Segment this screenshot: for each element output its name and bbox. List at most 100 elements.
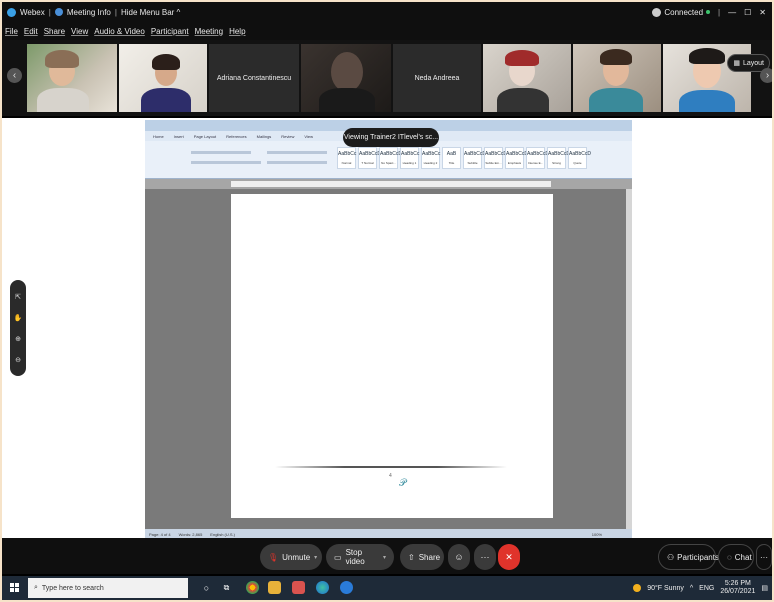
zoom-out-icon[interactable]: ⊖ bbox=[15, 356, 21, 364]
fit-to-window-icon[interactable]: ⇱ bbox=[15, 293, 21, 301]
person-icon: ⚇ bbox=[667, 552, 675, 562]
menu-participant[interactable]: Participant bbox=[151, 27, 189, 36]
windows-start-icon[interactable] bbox=[10, 583, 19, 592]
notification-icon[interactable]: ▤ bbox=[761, 584, 768, 592]
connection-status[interactable]: Connected bbox=[652, 7, 711, 17]
strip-prev-button[interactable]: ‹ bbox=[7, 68, 22, 83]
share-zoom-toolbar: ⇱ ✋ ⊕ ⊖ bbox=[10, 280, 26, 376]
hand-tool-icon[interactable]: ✋ bbox=[14, 314, 23, 322]
word-style: AaBbCc Heading 1 bbox=[400, 147, 419, 169]
weather-sun-icon bbox=[633, 584, 642, 592]
chevron-down-icon: ▾ bbox=[314, 554, 318, 561]
menu-edit[interactable]: Edit bbox=[24, 27, 38, 36]
stop-video-button[interactable]: ▭ Stop video ▾ bbox=[326, 544, 394, 570]
word-style: AaBbCcD Subtitle bbox=[463, 147, 486, 169]
zoom-in-icon[interactable]: ⊕ bbox=[15, 335, 21, 343]
strip-next-button[interactable]: › bbox=[760, 68, 772, 83]
shared-word-window: Home Insert Page Layout References Maili… bbox=[145, 120, 632, 539]
layout-icon: ▦ bbox=[733, 60, 740, 67]
word-tab: Page Layout bbox=[193, 133, 217, 139]
menu-share[interactable]: Share bbox=[44, 27, 65, 36]
word-style: AaBbCcD Strong bbox=[547, 147, 570, 169]
participant-video-3[interactable] bbox=[301, 44, 391, 112]
more-options-button[interactable]: ··· bbox=[474, 544, 496, 570]
word-style: AaBbCcD Quote bbox=[568, 147, 591, 169]
mic-muted-icon: 🎙 bbox=[268, 552, 279, 562]
chevron-up-icon[interactable]: ^ bbox=[690, 585, 693, 592]
word-tab: Mailings bbox=[256, 133, 272, 139]
word-tab: Insert bbox=[173, 133, 184, 139]
participant-video-4[interactable] bbox=[483, 44, 571, 112]
webex-window: Webex | Meeting Info | Hide Menu Bar ^ C… bbox=[2, 2, 772, 600]
leave-meeting-button[interactable]: ✕ bbox=[498, 544, 520, 570]
menu-file[interactable]: File bbox=[5, 27, 18, 36]
participant-tile-neda[interactable]: Neda Andreea bbox=[393, 44, 481, 112]
info-icon bbox=[54, 8, 63, 16]
hide-menu-bar-button[interactable]: Hide Menu Bar ^ bbox=[121, 8, 180, 17]
participant-video-1[interactable] bbox=[27, 44, 117, 112]
participant-video-2[interactable] bbox=[119, 44, 207, 112]
chrome-icon[interactable] bbox=[246, 581, 259, 594]
weather-widget[interactable]: 90°F Sunny bbox=[647, 585, 684, 592]
cortana-icon[interactable]: ○ bbox=[200, 581, 213, 594]
connection-icon bbox=[652, 7, 662, 17]
file-explorer-icon[interactable] bbox=[268, 581, 281, 594]
search-icon: ⌕ bbox=[34, 584, 38, 591]
menu-meeting[interactable]: Meeting bbox=[195, 27, 223, 36]
word-ruler bbox=[145, 179, 632, 189]
word-zoom-level: 100% bbox=[591, 531, 602, 537]
taskbar-search-box[interactable]: ⌕ Type here to search bbox=[28, 578, 188, 598]
webex-logo-icon bbox=[7, 7, 16, 17]
word-document-page: 4 𝒫 bbox=[231, 194, 553, 518]
word-style: AaBbCc Heading 2 bbox=[421, 147, 440, 169]
word-style: AaBbCcD Emphasis bbox=[505, 147, 528, 169]
app-name: Webex bbox=[20, 7, 45, 17]
chat-button[interactable]: ◌ Chat bbox=[718, 544, 754, 570]
app-icon[interactable] bbox=[292, 581, 305, 594]
word-style: AaBbCc Normal bbox=[337, 147, 356, 169]
meeting-info-link[interactable]: Meeting Info bbox=[67, 8, 111, 17]
menu-audio-video[interactable]: Audio & Video bbox=[94, 27, 145, 36]
word-style: AaB Title bbox=[442, 147, 461, 169]
word-tab: Review bbox=[281, 133, 295, 139]
word-style: AaBbCcD Intense E... bbox=[526, 147, 549, 169]
close-button[interactable]: ✕ bbox=[759, 8, 766, 17]
meeting-control-bar: 🎙 Unmute ▾ ▭ Stop video ▾ ⇧ Share ☺ ··· … bbox=[2, 538, 772, 574]
webex-taskbar-icon[interactable] bbox=[340, 581, 353, 594]
title-bar: Webex | Meeting Info | Hide Menu Bar ^ C… bbox=[2, 2, 772, 22]
more-panels-button[interactable]: ··· bbox=[756, 544, 772, 570]
unmute-button[interactable]: 🎙 Unmute ▾ bbox=[260, 544, 322, 570]
video-camera-icon: ▭ bbox=[334, 552, 342, 562]
participants-button[interactable]: ⚇ Participants bbox=[658, 544, 719, 570]
reactions-button[interactable]: ☺ bbox=[448, 544, 470, 570]
minimize-button[interactable]: — bbox=[728, 8, 736, 17]
task-view-icon[interactable]: ⧉ bbox=[220, 581, 233, 594]
word-vertical-scrollbar bbox=[626, 189, 632, 529]
viewing-share-banner[interactable]: Viewing Trainer2 ITlevel's sc... bbox=[343, 128, 439, 147]
participant-tile-adriana[interactable]: Adriana Constantinescu bbox=[209, 44, 299, 112]
edge-icon[interactable] bbox=[316, 581, 329, 594]
menu-view[interactable]: View bbox=[71, 27, 88, 36]
windows-taskbar: ⌕ Type here to search ○ ⧉ 90°F Sunny ^ E… bbox=[2, 576, 772, 600]
word-tab: View bbox=[304, 133, 314, 139]
menu-help[interactable]: Help bbox=[229, 27, 245, 36]
language-indicator[interactable]: ENG bbox=[699, 585, 714, 592]
chat-bubble-icon: ◌ bbox=[727, 552, 732, 562]
word-tab: Home bbox=[153, 133, 164, 139]
connected-indicator-icon bbox=[706, 10, 711, 14]
word-style: AaBbCcD T Normal bbox=[358, 147, 381, 169]
footer-divider bbox=[275, 466, 507, 468]
share-icon: ⇧ bbox=[408, 552, 415, 562]
taskbar-clock[interactable]: 5:26 PM 26/07/2021 bbox=[720, 580, 755, 596]
participant-strip: ‹ Adriana Constantinescu Neda Andreea ▦ … bbox=[2, 40, 772, 116]
word-style: AaBbCcD No Spaci... bbox=[379, 147, 402, 169]
restore-button[interactable]: ☐ bbox=[744, 8, 751, 17]
menu-bar: File Edit Share View Audio & Video Parti… bbox=[2, 22, 772, 40]
presenter-cursor-icon: 𝒫 bbox=[399, 478, 407, 489]
word-tab: References bbox=[226, 133, 247, 139]
share-button[interactable]: ⇧ Share bbox=[400, 544, 444, 570]
participant-video-5[interactable] bbox=[573, 44, 661, 112]
chevron-down-icon: ▾ bbox=[382, 554, 386, 561]
word-style: AaBbCcD Subtle Em... bbox=[484, 147, 507, 169]
page-number: 4 bbox=[389, 473, 392, 479]
